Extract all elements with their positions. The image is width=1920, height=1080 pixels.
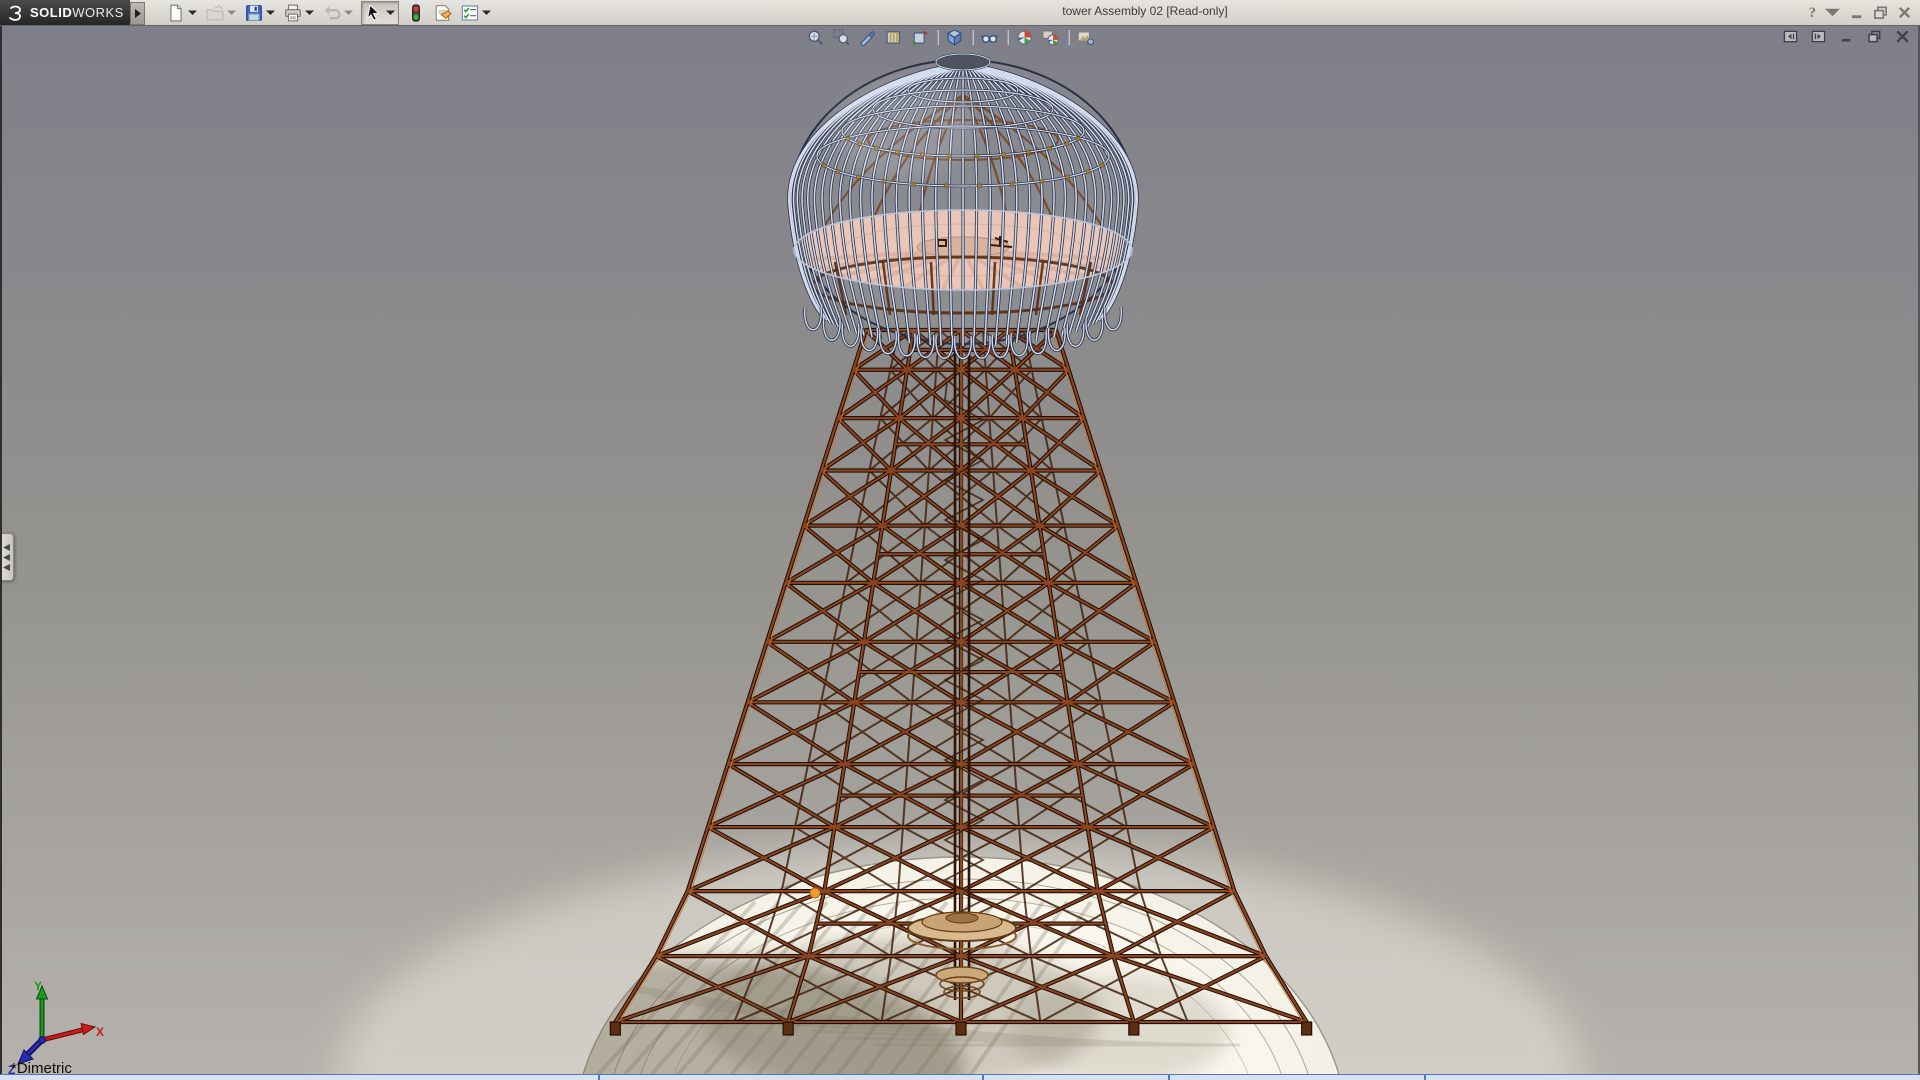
document-window-controls	[1782, 28, 1911, 44]
rebuild-button[interactable]	[406, 2, 426, 24]
toolbar-flyout-button[interactable]	[130, 2, 145, 25]
options-icon	[461, 4, 479, 22]
toolbar-separator	[972, 29, 974, 45]
panel-back-icon	[1783, 29, 1798, 44]
collapse-arrow-icon	[3, 563, 10, 571]
triad-y-label: Y	[34, 979, 42, 993]
collapse-arrow-icon	[3, 553, 10, 561]
panel-back-button[interactable]	[1782, 28, 1799, 44]
marker-dot	[809, 887, 821, 899]
window-controls: ?	[1809, 2, 1913, 23]
triad-x-label: X	[96, 1025, 104, 1039]
feature-manager-collapse-tab[interactable]	[0, 533, 14, 581]
doc-minimize-icon	[1839, 29, 1854, 44]
model-canvas[interactable]: Y X Z	[0, 0, 1920, 1080]
close-button[interactable]	[1897, 5, 1912, 20]
new-document-button[interactable]	[166, 2, 198, 24]
taskbar-sliver[interactable]	[0, 1074, 1920, 1080]
view-settings-icon	[1077, 29, 1094, 46]
flyout-arrow-icon	[135, 9, 141, 18]
select-button[interactable]	[361, 0, 399, 25]
view-orientation-button[interactable]	[945, 28, 964, 47]
save-button[interactable]	[244, 2, 276, 24]
open-icon	[206, 4, 224, 22]
save-icon	[245, 4, 263, 22]
view-orientation-icon	[946, 28, 963, 46]
zoom-to-area-button[interactable]	[832, 28, 851, 47]
dropdown-caret-icon[interactable]	[482, 8, 491, 17]
restore-button[interactable]	[1873, 5, 1888, 20]
apply-scene-icon	[1042, 29, 1059, 46]
doc-restore-icon	[1867, 29, 1882, 44]
3ds-logo-icon	[9, 5, 21, 21]
panel-forward-button[interactable]	[1810, 28, 1827, 44]
zoom-to-fit-icon	[807, 29, 824, 46]
doc-minimize-button[interactable]	[1838, 28, 1855, 44]
hide-show-items-icon	[981, 29, 998, 46]
brand-text: SOLIDWORKS	[30, 5, 124, 20]
dropdown-caret-icon[interactable]	[227, 8, 236, 17]
undo-icon	[323, 4, 341, 22]
dropdown-caret-icon[interactable]	[386, 8, 395, 17]
edit-appearance-button[interactable]	[1015, 28, 1034, 47]
undo-button[interactable]	[322, 2, 354, 24]
doc-close-button[interactable]	[1894, 28, 1911, 44]
doc-close-icon	[1895, 29, 1910, 44]
hide-show-items-button[interactable]	[980, 28, 999, 47]
print-icon	[284, 4, 302, 22]
window-left-border	[0, 25, 2, 1080]
collapse-arrow-icon	[3, 543, 10, 551]
solidworks-logo: SOLIDWORKS	[0, 0, 130, 25]
print-button[interactable]	[283, 2, 315, 24]
toolbar-separator	[937, 29, 939, 45]
apply-scene-button[interactable]	[1041, 28, 1060, 47]
doc-restore-button[interactable]	[1866, 28, 1883, 44]
file-properties-icon	[434, 4, 452, 22]
minimize-button[interactable]	[1849, 5, 1864, 20]
open-button[interactable]	[205, 2, 237, 24]
help-caret-icon[interactable]	[1825, 5, 1840, 20]
section-view-icon	[859, 29, 876, 46]
toolbar-separator	[1068, 29, 1070, 45]
file-properties-button[interactable]	[433, 2, 453, 24]
document-title: tower Assembly 02 [Read-only]	[1062, 4, 1228, 18]
dropdown-caret-icon[interactable]	[305, 8, 314, 17]
zoom-to-fit-button[interactable]	[806, 28, 825, 47]
zoom-to-area-icon	[833, 28, 850, 46]
view-settings-button[interactable]	[1076, 28, 1095, 47]
title-bar: SOLIDWORKS tower Assembly 02 [Read-only]…	[0, 0, 1920, 26]
annotation-views-button[interactable]	[884, 28, 903, 47]
display-style-icon	[911, 29, 928, 46]
toolbar-separator	[1007, 29, 1009, 45]
help-button[interactable]: ?	[1809, 4, 1817, 22]
panel-forward-icon	[1811, 29, 1826, 44]
annotation-views-icon	[885, 29, 902, 46]
headsup-view-toolbar	[806, 27, 1102, 47]
rebuild-icon	[407, 3, 425, 22]
section-view-button[interactable]	[858, 28, 877, 47]
options-button[interactable]	[460, 2, 492, 24]
display-style-button[interactable]	[910, 28, 929, 47]
dropdown-caret-icon[interactable]	[344, 8, 353, 17]
new-document-icon	[167, 4, 185, 22]
dropdown-caret-icon[interactable]	[266, 8, 275, 17]
solidworks-window: Y X Z SOLIDWORKS tower Assembly 02 [Read…	[0, 0, 1920, 1080]
main-toolbar	[166, 0, 499, 25]
edit-appearance-icon	[1016, 29, 1033, 46]
dropdown-caret-icon[interactable]	[188, 8, 197, 17]
select-icon	[365, 3, 383, 22]
